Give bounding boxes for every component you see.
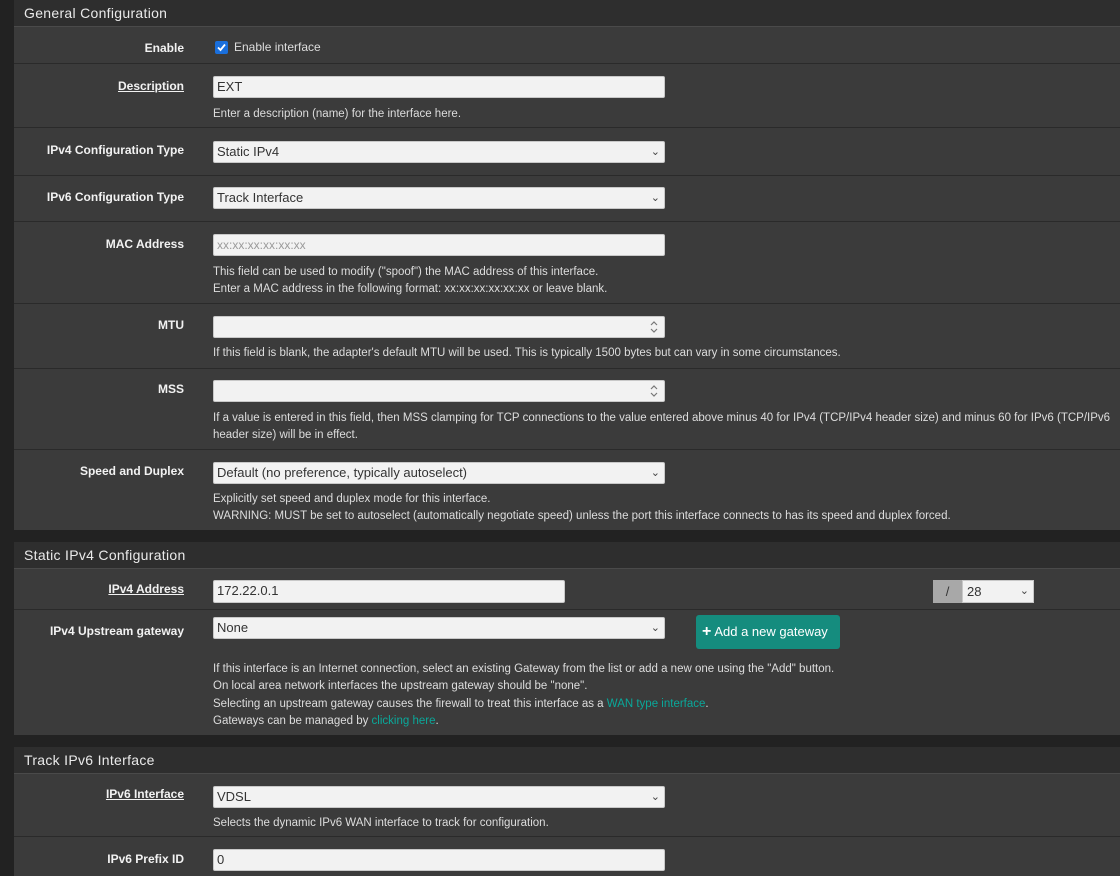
speed-duplex-help-1: Explicitly set speed and duplex mode for… bbox=[213, 493, 491, 505]
gateway-help-4: Gateways can be managed by clicking here… bbox=[213, 713, 439, 730]
mac-address-help-1: This field can be used to modify ("spoof… bbox=[213, 266, 599, 278]
description-help: Enter a description (name) for the inter… bbox=[213, 108, 462, 120]
description-input[interactable]: EXT bbox=[213, 76, 665, 98]
ipv4-gateway-select[interactable]: None ⌄ bbox=[213, 617, 665, 639]
ipv4-type-label: IPv4 Configuration Type bbox=[46, 143, 184, 157]
ipv4-address-input[interactable]: 172.22.0.1 bbox=[213, 580, 565, 603]
ipv6-interface-label[interactable]: IPv6 Interface bbox=[106, 787, 184, 801]
plus-icon: + bbox=[702, 623, 712, 640]
cidr-separator: / bbox=[933, 580, 962, 603]
divider bbox=[14, 63, 1120, 64]
general-configuration-panel: General Configuration Enable Enable inte… bbox=[14, 0, 1120, 530]
ipv4-type-value: Static IPv4 bbox=[217, 144, 280, 159]
panel-heading: Static IPv4 Configuration bbox=[14, 542, 1120, 569]
ipv6-type-select[interactable]: Track Interface ⌄ bbox=[213, 187, 665, 209]
ipv4-gateway-value: None bbox=[217, 620, 249, 635]
divider bbox=[14, 303, 1120, 304]
ipv4-type-select[interactable]: Static IPv4 ⌄ bbox=[213, 141, 665, 163]
divider bbox=[14, 368, 1120, 369]
divider bbox=[14, 175, 1120, 176]
panel-title: General Configuration bbox=[24, 5, 168, 21]
track-ipv6-panel: Track IPv6 Interface IPv6 Interface VDSL… bbox=[14, 747, 1120, 876]
divider bbox=[14, 836, 1120, 837]
mss-help-1: If a value is entered in this field, the… bbox=[213, 412, 1111, 424]
chevron-down-icon: ⌄ bbox=[650, 622, 660, 634]
speed-duplex-value: Default (no preference, typically autose… bbox=[217, 465, 468, 480]
enable-label: Enable bbox=[144, 41, 184, 55]
panel-heading: General Configuration bbox=[14, 0, 1120, 27]
speed-duplex-help-2: WARNING: MUST be set to autoselect (auto… bbox=[213, 510, 951, 522]
number-spinner-icon[interactable] bbox=[648, 317, 660, 337]
description-label[interactable]: Description bbox=[118, 79, 184, 93]
mss-input[interactable] bbox=[213, 380, 665, 402]
ipv6-interface-select[interactable]: VDSL ⌄ bbox=[213, 786, 665, 808]
cidr-select[interactable]: 28 ⌄ bbox=[962, 580, 1034, 603]
panel-heading: Track IPv6 Interface bbox=[14, 747, 1120, 774]
chevron-down-icon: ⌄ bbox=[650, 467, 660, 479]
gateway-help-2: On local area network interfaces the ups… bbox=[213, 680, 588, 692]
checkmark-icon bbox=[217, 43, 226, 52]
ipv4-gateway-label: IPv4 Upstream gateway bbox=[49, 624, 184, 638]
ipv6-prefix-label: IPv6 Prefix ID bbox=[107, 852, 184, 866]
add-gateway-button[interactable]: + Add a new gateway bbox=[696, 615, 840, 649]
ipv6-interface-help: Selects the dynamic IPv6 WAN interface t… bbox=[213, 817, 549, 829]
manage-gateways-link[interactable]: clicking here bbox=[372, 715, 436, 727]
speed-duplex-select[interactable]: Default (no preference, typically autose… bbox=[213, 462, 665, 484]
mtu-label: MTU bbox=[158, 318, 184, 332]
enable-checkbox[interactable] bbox=[215, 41, 228, 54]
mtu-input[interactable] bbox=[213, 316, 665, 338]
divider bbox=[14, 609, 1120, 610]
divider bbox=[14, 221, 1120, 222]
chevron-down-icon: ⌄ bbox=[1019, 585, 1029, 597]
ipv6-interface-value: VDSL bbox=[217, 789, 251, 804]
panel-title: Track IPv6 Interface bbox=[24, 752, 155, 768]
wan-type-interface-link[interactable]: WAN type interface bbox=[607, 698, 706, 710]
gateway-help-4-text: Gateways can be managed by bbox=[213, 715, 372, 727]
ipv4-address-label[interactable]: IPv4 Address bbox=[108, 582, 184, 596]
divider bbox=[14, 127, 1120, 128]
mac-address-label: MAC Address bbox=[105, 237, 184, 251]
mac-address-input[interactable]: xx:xx:xx:xx:xx:xx bbox=[213, 234, 665, 256]
chevron-down-icon: ⌄ bbox=[650, 192, 660, 204]
chevron-down-icon: ⌄ bbox=[650, 791, 660, 803]
number-spinner-icon[interactable] bbox=[648, 381, 660, 401]
chevron-down-icon: ⌄ bbox=[650, 146, 660, 158]
mss-label: MSS bbox=[157, 382, 184, 396]
gateway-help-3: Selecting an upstream gateway causes the… bbox=[213, 696, 709, 713]
mss-help-2: header size) will be in effect. bbox=[213, 429, 358, 441]
mac-address-help-2: Enter a MAC address in the following for… bbox=[213, 283, 608, 295]
mtu-help: If this field is blank, the adapter's de… bbox=[213, 347, 841, 359]
speed-duplex-label: Speed and Duplex bbox=[79, 464, 184, 478]
cidr-value: 28 bbox=[967, 584, 982, 599]
ipv6-type-label: IPv6 Configuration Type bbox=[46, 190, 184, 204]
panel-title: Static IPv4 Configuration bbox=[24, 547, 186, 563]
divider bbox=[14, 449, 1120, 450]
gateway-help-4-end: . bbox=[435, 715, 439, 727]
ipv6-prefix-input[interactable]: 0 bbox=[213, 849, 665, 871]
add-gateway-button-label: Add a new gateway bbox=[714, 624, 828, 639]
gateway-help-3-text: Selecting an upstream gateway causes the… bbox=[213, 698, 607, 710]
gateway-help-1: If this interface is an Internet connect… bbox=[213, 663, 835, 675]
ipv6-type-value: Track Interface bbox=[217, 190, 304, 205]
enable-checkbox-label[interactable]: Enable interface bbox=[234, 39, 321, 56]
gateway-help-3-end: . bbox=[705, 698, 709, 710]
